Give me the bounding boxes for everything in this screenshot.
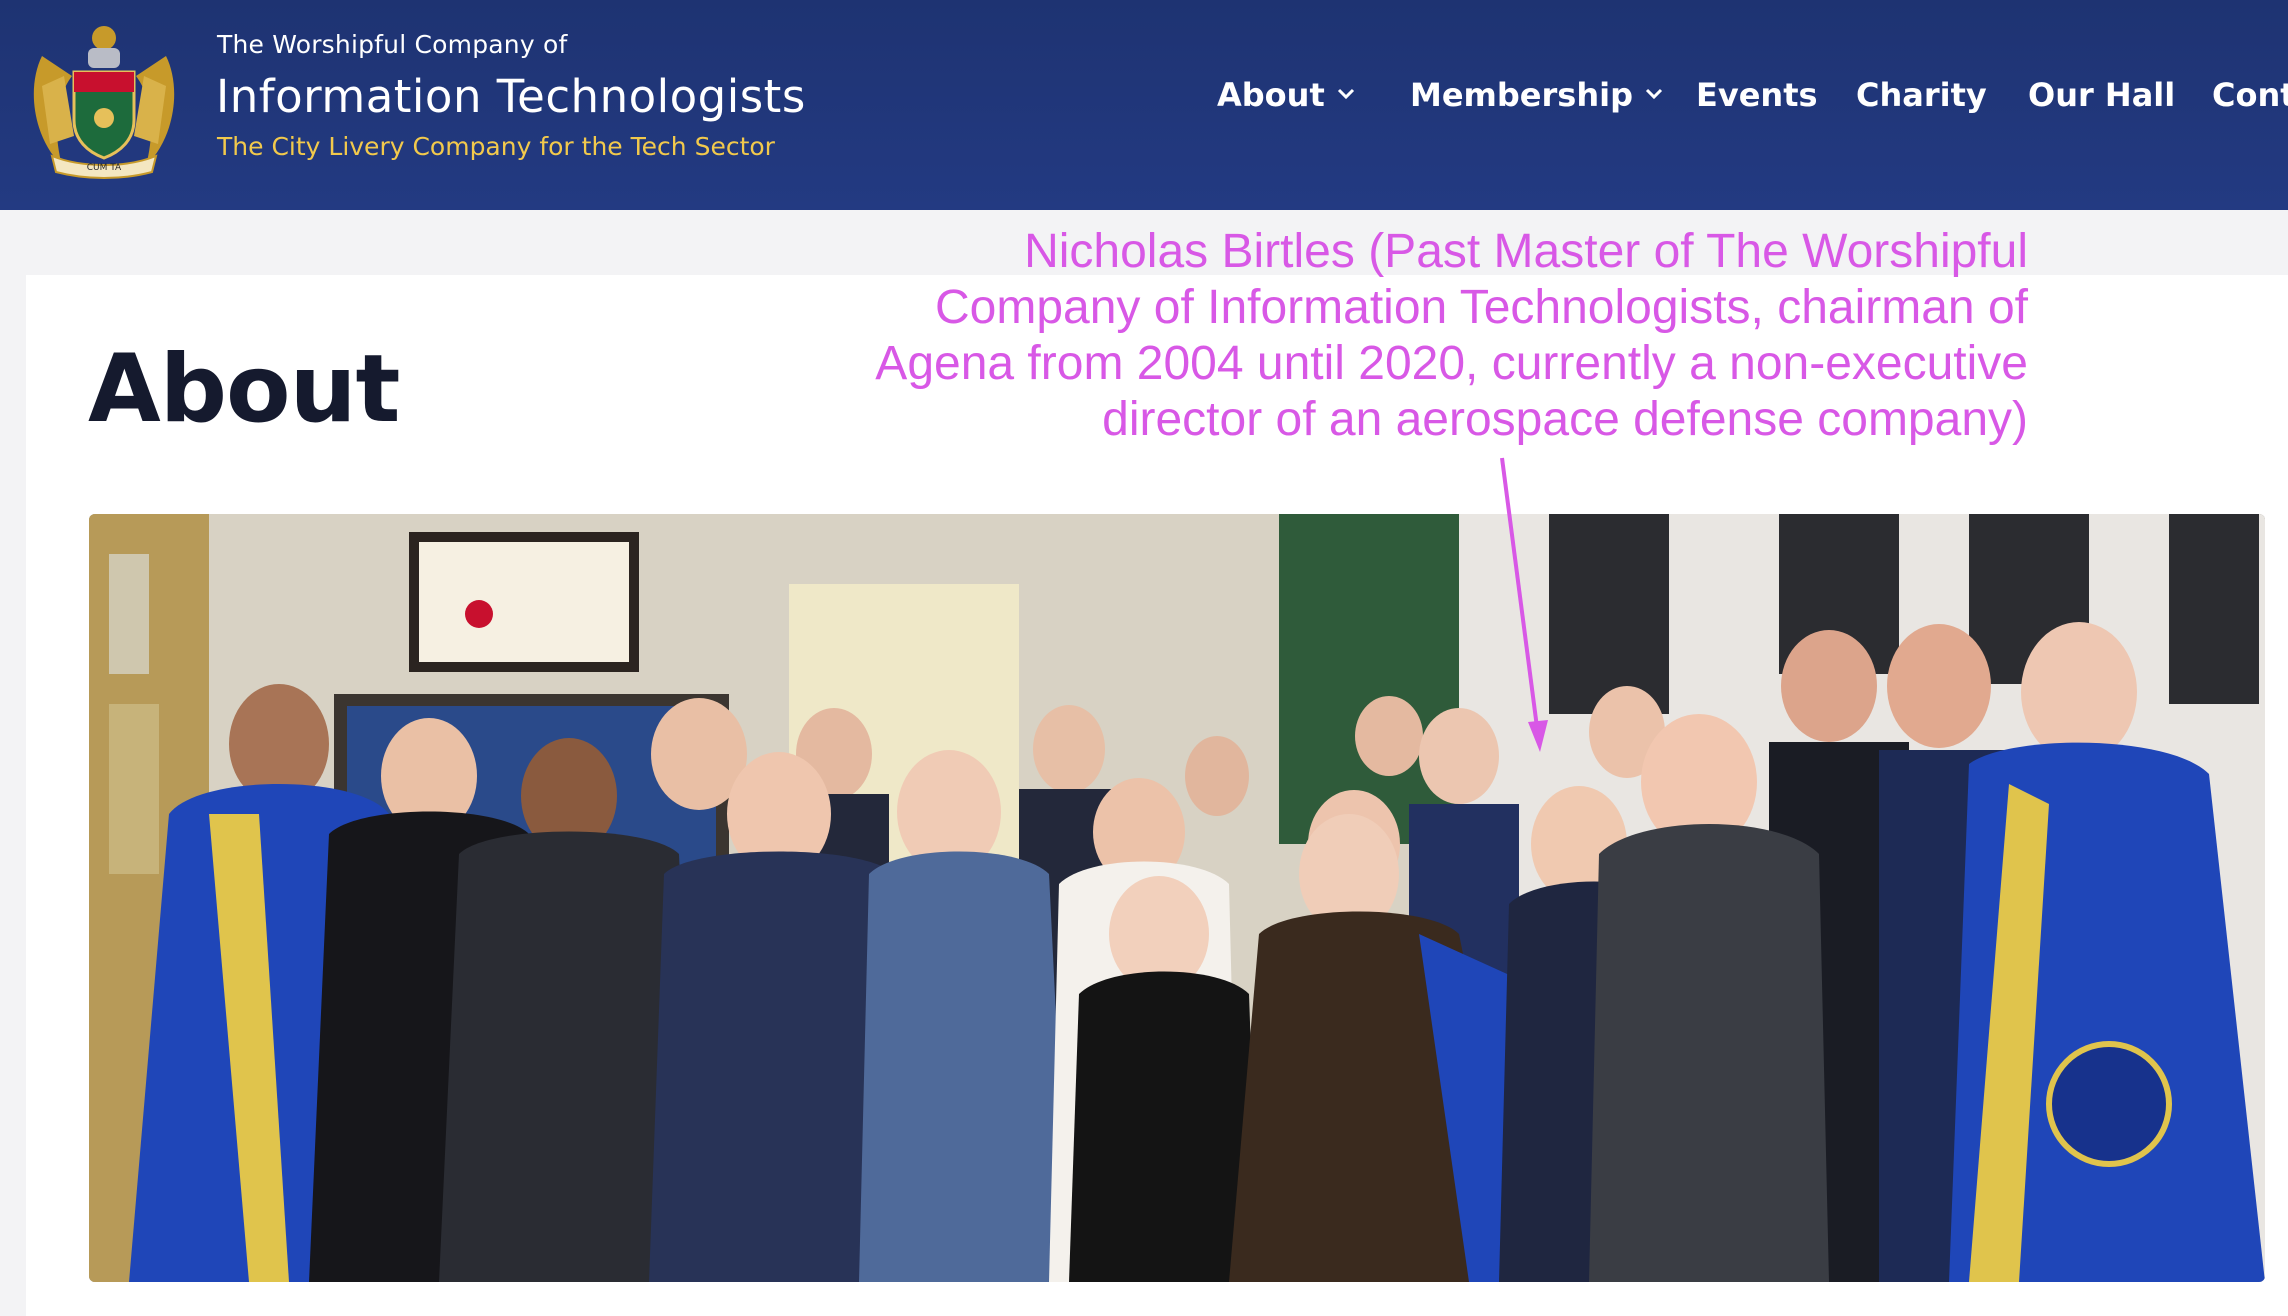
nav-label: Events	[1696, 76, 1818, 114]
nav-item-charity[interactable]: Charity	[1856, 76, 1987, 114]
brand-tagline: The City Livery Company for the Tech Sec…	[217, 132, 775, 161]
nav-item-membership[interactable]: Membership	[1410, 76, 1663, 114]
annotation-caption: Nicholas Birtles (Past Master of The Wor…	[875, 225, 2028, 446]
coat-of-arms-icon[interactable]: CUM TA	[22, 16, 186, 182]
group-photo	[89, 514, 2265, 1282]
nav-label: Membership	[1410, 76, 1633, 114]
nav-label: Conta	[2212, 76, 2288, 114]
nav-item-about[interactable]: About	[1217, 76, 1355, 114]
chevron-down-icon[interactable]	[1337, 88, 1355, 100]
nav-item-our-hall[interactable]: Our Hall	[2028, 76, 2175, 114]
nav-label: Charity	[1856, 76, 1987, 114]
nav-item-events[interactable]: Events	[1696, 76, 1818, 114]
nav-label: Our Hall	[2028, 76, 2176, 114]
chevron-down-icon[interactable]	[1645, 88, 1663, 100]
nav-item-contact[interactable]: Conta	[2212, 76, 2288, 114]
group-photo-illustration	[89, 514, 2265, 1282]
page-title: About	[88, 335, 400, 444]
crest-motto: CUM TA	[87, 163, 122, 173]
nav-label: About	[1217, 76, 1325, 114]
brand-name[interactable]: Information Technologists	[216, 70, 806, 123]
brand-kicker[interactable]: The Worshipful Company of	[217, 30, 567, 59]
site-header: CUM TA The Worshipful Company of Informa…	[0, 0, 2288, 210]
